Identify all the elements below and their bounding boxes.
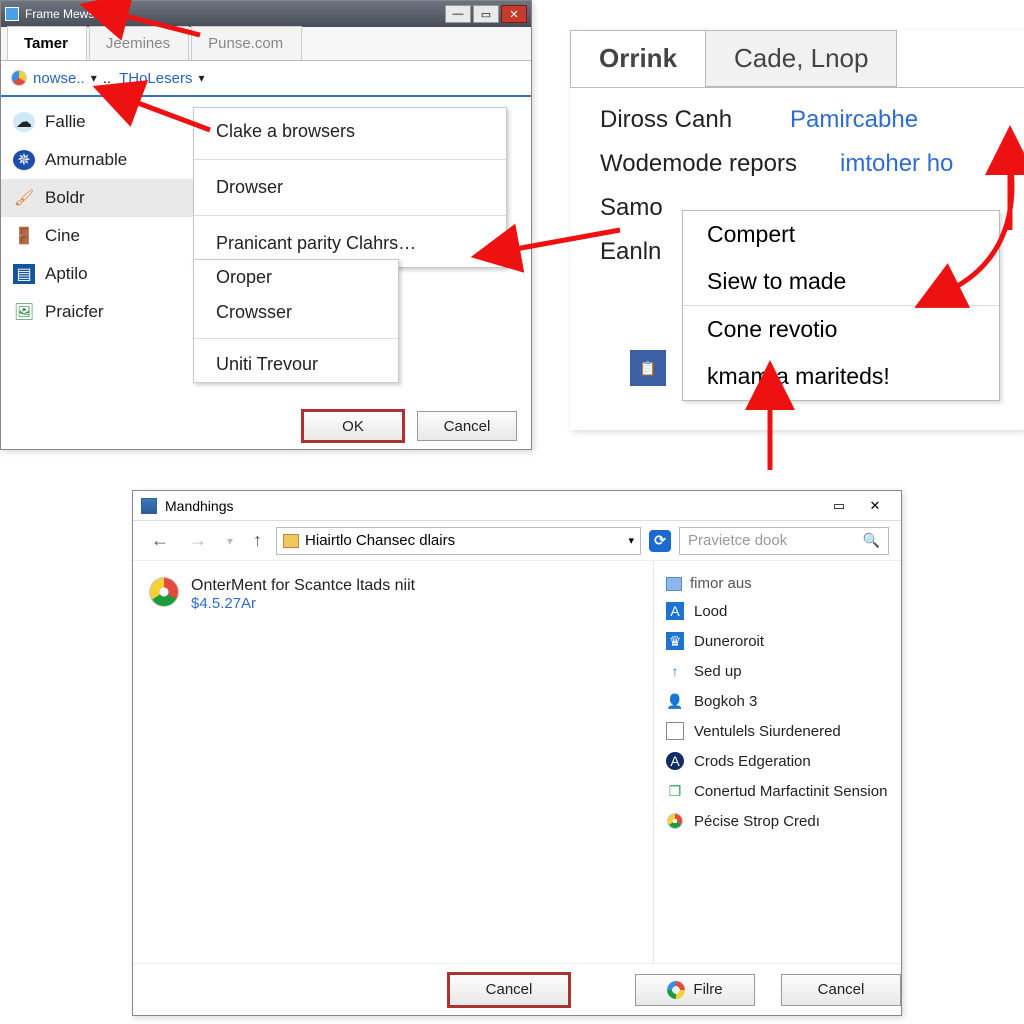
tab-jeemines[interactable]: Jeemines (89, 26, 189, 60)
app-icon (141, 498, 157, 514)
google-icon (667, 981, 685, 999)
menu-item[interactable]: kmam a mariteds! (683, 353, 999, 400)
ok-button[interactable]: OK (303, 411, 403, 441)
side-item[interactable]: ♛Duneroroit (654, 626, 901, 656)
menu-item[interactable]: Siew to made (683, 258, 999, 305)
cancel-button-2[interactable]: Cancel (781, 974, 901, 1006)
menu-item[interactable]: Cone revotio (683, 306, 999, 353)
tab-tamer[interactable]: Tamer (7, 26, 87, 60)
minimize-button[interactable]: — (445, 5, 471, 23)
list-item[interactable]: 🖌Boldr (1, 179, 193, 217)
menu-item[interactable]: Drowser (194, 164, 506, 211)
filre-button[interactable]: Filre (635, 974, 755, 1006)
window-title: Mandhings (165, 498, 234, 514)
menu-item[interactable]: Uniti Trevour (194, 347, 398, 382)
list-item[interactable]: 🖼Praicfer (1, 293, 193, 331)
row-label: Wodemode repors (600, 150, 840, 178)
combo-nowse[interactable]: nowse.. ▾ .. (11, 70, 111, 87)
tab-punse[interactable]: Punse.com (191, 26, 302, 60)
row-link[interactable]: Pamircabhe (790, 106, 918, 134)
side-item[interactable]: 👤Bogkoh 3 (654, 686, 901, 716)
frame-mewsers-window: Frame Mewsers — ▭ ✕ Tamer Jeemines Punse… (0, 0, 532, 450)
tab-cade-lnop[interactable]: Cade, Lnop (705, 30, 897, 87)
side-panel: fimor aus ALood ♛Duneroroit ↑Sed up 👤Bog… (653, 561, 901, 963)
close-button[interactable]: ✕ (501, 5, 527, 23)
address-bar[interactable]: Hiairtlo Chansec dlairs ▾ (276, 527, 641, 555)
side-item[interactable]: ACrods Edgeration (654, 746, 901, 776)
chevron-down-icon: ▾ (198, 71, 204, 85)
file-item[interactable]: OnterMent for Scantce ltads niit $4.5.27… (149, 577, 637, 612)
close-button[interactable]: ✕ (857, 495, 893, 517)
cancel-button[interactable]: Cancel (417, 411, 517, 441)
tab-orrink[interactable]: Orrink (570, 30, 706, 87)
search-icon: 🔍 (863, 532, 880, 549)
maximize-button[interactable]: ▭ (821, 495, 857, 517)
app-icon (5, 7, 19, 21)
menu-item[interactable]: Clake a browsers (194, 108, 506, 155)
file-pane: OnterMent for Scantce ltads niit $4.5.27… (133, 561, 653, 963)
side-item[interactable]: Ventulels Siurdenered (654, 716, 901, 746)
clipboard-icon: 📋 (630, 350, 666, 386)
menu-item[interactable]: Compert (683, 211, 999, 258)
orrink-panel: Orrink Cade, Lnop Diross CanhPamircabhe … (570, 30, 1024, 430)
side-item[interactable]: Pécise Strop Credı (654, 806, 901, 836)
favicon-icon (11, 70, 27, 86)
nav-bar: ← → ▾ ↑ Hiairtlo Chansec dlairs ▾ ⟳ Prav… (133, 521, 901, 561)
search-input[interactable]: Pravietce dook 🔍 (679, 527, 889, 555)
context-menu: Compert Siew to made Cone revotio kmam a… (682, 210, 1000, 401)
side-item[interactable]: ❐Conertud Marfactinit Sension (654, 776, 901, 806)
list-item[interactable]: 🚪Cine (1, 217, 193, 255)
side-item[interactable]: ALood (654, 596, 901, 626)
file-meta: $4.5.27Ar (191, 595, 415, 612)
monitor-icon (666, 577, 682, 591)
context-menu-sub: Oroper Crowsser Uniti Trevour (193, 259, 399, 383)
titlebar[interactable]: Mandhings ▭ ✕ (133, 491, 901, 521)
tab-bar: Tamer Jeemines Punse.com (1, 27, 531, 61)
panel-tabs: Orrink Cade, Lnop (570, 30, 1024, 88)
cancel-button[interactable]: Cancel (449, 974, 569, 1006)
chevron-down-icon: ▾ (628, 534, 634, 547)
titlebar[interactable]: Frame Mewsers — ▭ ✕ (1, 1, 531, 27)
mandhings-window: Mandhings ▭ ✕ ← → ▾ ↑ Hiairtlo Chansec d… (132, 490, 902, 1016)
refresh-button[interactable]: ⟳ (649, 530, 671, 552)
back-button[interactable]: ← (145, 530, 175, 551)
row-link[interactable]: imtoher ho (840, 150, 953, 178)
recent-chevron-icon[interactable]: ▾ (221, 534, 239, 548)
file-name: OnterMent for Scantce ltads niit (191, 577, 415, 595)
toolbar: nowse.. ▾ .. THoLesers ▾ (1, 61, 531, 97)
maximize-button[interactable]: ▭ (473, 5, 499, 23)
window-title: Frame Mewsers (25, 7, 111, 21)
context-menu-main: Clake a browsers Drowser Pranicant parit… (193, 107, 507, 268)
chevron-down-icon: ▾ (91, 71, 97, 85)
list-item[interactable]: ☁Fallie (1, 103, 193, 141)
footer: Cancel Filre Cancel (133, 963, 901, 1015)
row-label: Diross Canh (600, 106, 790, 134)
combo-tholesers[interactable]: THoLesers ▾ (119, 70, 204, 87)
folder-icon (283, 534, 299, 548)
browser-list: ☁Fallie ✵Amurnable 🖌Boldr 🚪Cine ▤Aptilo … (1, 97, 193, 337)
side-item[interactable]: ↑Sed up (654, 656, 901, 686)
side-header: fimor aus (654, 571, 901, 596)
up-button[interactable]: ↑ (247, 530, 268, 551)
list-item[interactable]: ▤Aptilo (1, 255, 193, 293)
list-item[interactable]: ✵Amurnable (1, 141, 193, 179)
menu-item[interactable]: Crowsser (194, 295, 398, 330)
forward-button[interactable]: → (183, 530, 213, 551)
chrome-icon (149, 577, 179, 607)
menu-item[interactable]: Oroper (194, 260, 398, 295)
